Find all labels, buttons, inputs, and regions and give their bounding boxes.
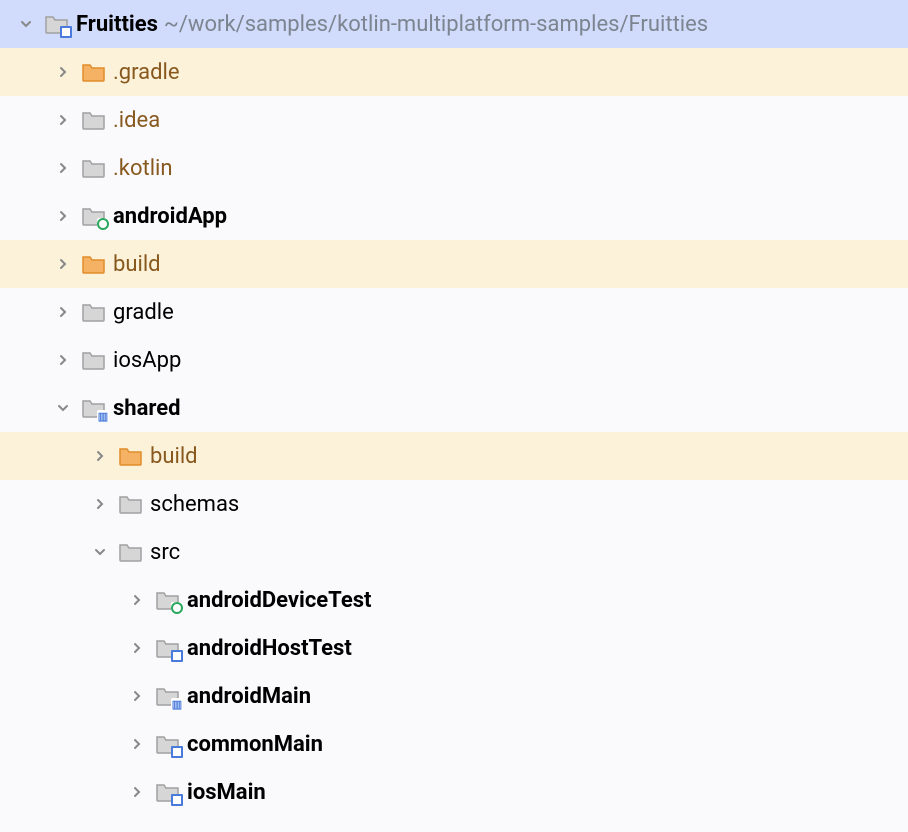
tree-item-build[interactable]: build: [0, 240, 908, 288]
badge-android-icon: [171, 602, 183, 614]
tree-item-label: iosMain: [187, 780, 266, 805]
module-folder-icon: [81, 395, 107, 421]
badge-module-icon: [171, 746, 183, 758]
tree-item-androidhosttest[interactable]: androidHostTest: [0, 624, 908, 672]
tree-item-kotlin[interactable]: .kotlin: [0, 144, 908, 192]
tree-item-commonmain[interactable]: commonMain: [0, 720, 908, 768]
tree-item-iosmain[interactable]: iosMain: [0, 768, 908, 816]
tree-item-label: androidDeviceTest: [187, 588, 371, 613]
chevron-right-icon[interactable]: [127, 590, 147, 610]
chevron-right-icon[interactable]: [53, 110, 73, 130]
tree-item-gradle-dir[interactable]: gradle: [0, 288, 908, 336]
folder-icon: [118, 443, 144, 469]
module-folder-icon: [155, 587, 181, 613]
chevron-down-icon[interactable]: [53, 398, 73, 418]
folder-icon: [81, 299, 107, 325]
tree-item-androidapp[interactable]: androidApp: [0, 192, 908, 240]
badge-module-icon: [171, 794, 183, 806]
module-folder-icon: [44, 11, 70, 37]
chevron-right-icon[interactable]: [90, 494, 110, 514]
chevron-down-icon[interactable]: [90, 542, 110, 562]
tree-item-src[interactable]: src: [0, 528, 908, 576]
tree-item-label: gradle: [113, 300, 174, 325]
badge-module-icon: [171, 650, 183, 662]
badge-module-icon: [60, 26, 72, 38]
tree-item-label: .kotlin: [113, 156, 173, 181]
chevron-right-icon[interactable]: [53, 62, 73, 82]
tree-item-label: schemas: [150, 492, 239, 517]
tree-item-label: androidMain: [187, 684, 311, 709]
chevron-right-icon[interactable]: [53, 206, 73, 226]
tree-item-label: Fruitties: [76, 12, 158, 37]
tree-item-label: build: [150, 444, 198, 469]
tree-item-label: androidApp: [113, 204, 227, 229]
folder-icon: [81, 155, 107, 181]
tree-item-fruitties[interactable]: Fruitties ~/work/samples/kotlin-multipla…: [0, 0, 908, 48]
chevron-right-icon[interactable]: [53, 302, 73, 322]
badge-android-icon: [97, 218, 109, 230]
module-folder-icon: [155, 635, 181, 661]
tree-item-label: .idea: [113, 108, 160, 133]
tree-item-path: ~/work/samples/kotlin-multiplatform-samp…: [164, 12, 708, 37]
badge-library-icon: [171, 698, 183, 710]
tree-item-iosapp[interactable]: iosApp: [0, 336, 908, 384]
tree-item-shared-build[interactable]: build: [0, 432, 908, 480]
chevron-right-icon[interactable]: [127, 734, 147, 754]
chevron-right-icon[interactable]: [53, 350, 73, 370]
tree-item-idea[interactable]: .idea: [0, 96, 908, 144]
module-folder-icon: [81, 203, 107, 229]
chevron-right-icon[interactable]: [127, 782, 147, 802]
folder-icon: [118, 491, 144, 517]
module-folder-icon: [155, 779, 181, 805]
tree-item-schemas[interactable]: schemas: [0, 480, 908, 528]
module-folder-icon: [155, 731, 181, 757]
folder-icon: [81, 59, 107, 85]
chevron-right-icon[interactable]: [53, 254, 73, 274]
badge-library-icon: [97, 410, 109, 422]
tree-item-label: .gradle: [113, 60, 180, 85]
folder-icon: [81, 251, 107, 277]
chevron-right-icon[interactable]: [53, 158, 73, 178]
tree-item-androiddevicetest[interactable]: androidDeviceTest: [0, 576, 908, 624]
tree-item-gradle-hidden[interactable]: .gradle: [0, 48, 908, 96]
tree-item-label: androidHostTest: [187, 636, 352, 661]
folder-icon: [81, 107, 107, 133]
tree-item-label: commonMain: [187, 732, 323, 757]
tree-item-shared[interactable]: shared: [0, 384, 908, 432]
tree-item-label: src: [150, 540, 180, 565]
tree-item-label: build: [113, 252, 161, 277]
chevron-right-icon[interactable]: [127, 638, 147, 658]
chevron-down-icon[interactable]: [16, 14, 36, 34]
chevron-right-icon[interactable]: [90, 446, 110, 466]
tree-item-label: iosApp: [113, 348, 181, 373]
folder-icon: [118, 539, 144, 565]
chevron-right-icon[interactable]: [127, 686, 147, 706]
folder-icon: [81, 347, 107, 373]
tree-item-label: shared: [113, 396, 181, 421]
tree-item-androidmain[interactable]: androidMain: [0, 672, 908, 720]
module-folder-icon: [155, 683, 181, 709]
